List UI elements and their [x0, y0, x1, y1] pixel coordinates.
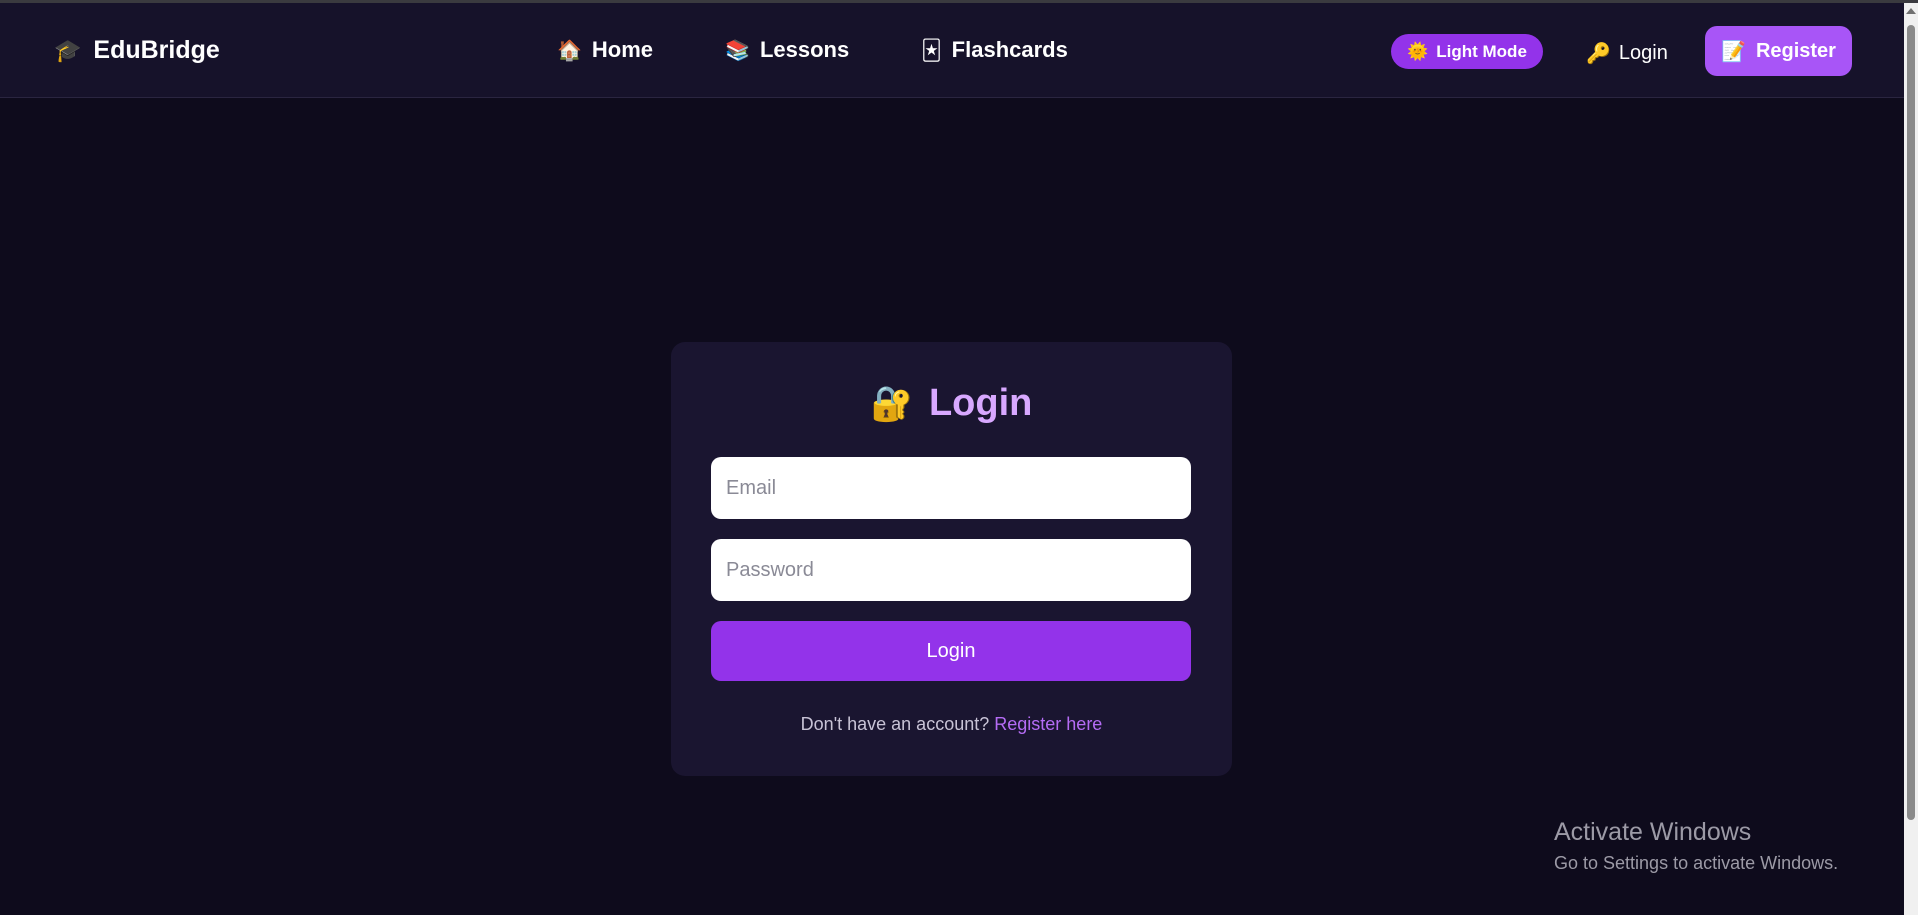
nav-register-label: Register — [1755, 39, 1836, 62]
nav-login-link[interactable]: 🔑 Login — [1586, 41, 1668, 66]
login-heading: 🔐 Login — [671, 382, 1232, 425]
brand-logo[interactable]: 🎓 EduBridge — [54, 36, 220, 65]
email-input[interactable] — [711, 457, 1191, 519]
joker-card-icon: 🃏 — [921, 39, 942, 62]
windows-activation-watermark: Activate Windows Go to Settings to activ… — [1554, 818, 1838, 874]
nav-link-label: Lessons — [759, 37, 850, 62]
nav-links: 🏠 Home 📚 Lessons 🃏 Flashcards — [557, 37, 1068, 63]
scrollbar-thumb[interactable] — [1907, 25, 1915, 820]
scroll-up-arrow-icon[interactable] — [1906, 8, 1916, 14]
nav-login-label: Login — [1618, 42, 1668, 64]
signup-prompt-text: Don't have an account? — [800, 714, 990, 734]
books-icon: 📚 — [725, 39, 750, 62]
watermark-title: Activate Windows — [1554, 818, 1752, 846]
nav-link-label: Flashcards — [951, 37, 1068, 62]
house-icon: 🏠 — [557, 39, 582, 62]
vertical-scrollbar[interactable] — [1904, 3, 1918, 915]
memo-icon: 📝 — [1721, 40, 1746, 63]
navbar: 🎓 EduBridge 🏠 Home 📚 Lessons 🃏 Flashcard… — [0, 3, 1904, 98]
nav-link-lessons[interactable]: 📚 Lessons — [725, 37, 849, 63]
login-card: 🔐 Login Login Don't have an account? Reg… — [671, 342, 1232, 776]
graduation-cap-icon: 🎓 — [54, 37, 82, 63]
signup-prompt: Don't have an account? Register here — [671, 714, 1232, 735]
theme-toggle-label: Light Mode — [1436, 41, 1527, 61]
login-submit-button[interactable]: Login — [711, 621, 1191, 681]
nav-link-home[interactable]: 🏠 Home — [557, 37, 653, 63]
nav-link-label: Home — [591, 37, 654, 62]
password-input[interactable] — [711, 539, 1191, 601]
watermark-subtitle: Go to Settings to activate Windows. — [1554, 853, 1839, 873]
lock-with-key-icon: 🔐 — [870, 384, 913, 423]
brand-name: EduBridge — [93, 36, 220, 64]
login-title: Login — [928, 382, 1033, 424]
theme-toggle-button[interactable]: 🌞 Light Mode — [1391, 34, 1543, 69]
key-icon: 🔑 — [1586, 43, 1611, 65]
nav-register-button[interactable]: 📝 Register — [1705, 26, 1852, 76]
register-here-link[interactable]: Register here — [994, 714, 1102, 734]
sun-face-icon: 🌞 — [1407, 41, 1429, 61]
nav-link-flashcards[interactable]: 🃏 Flashcards — [921, 37, 1068, 63]
